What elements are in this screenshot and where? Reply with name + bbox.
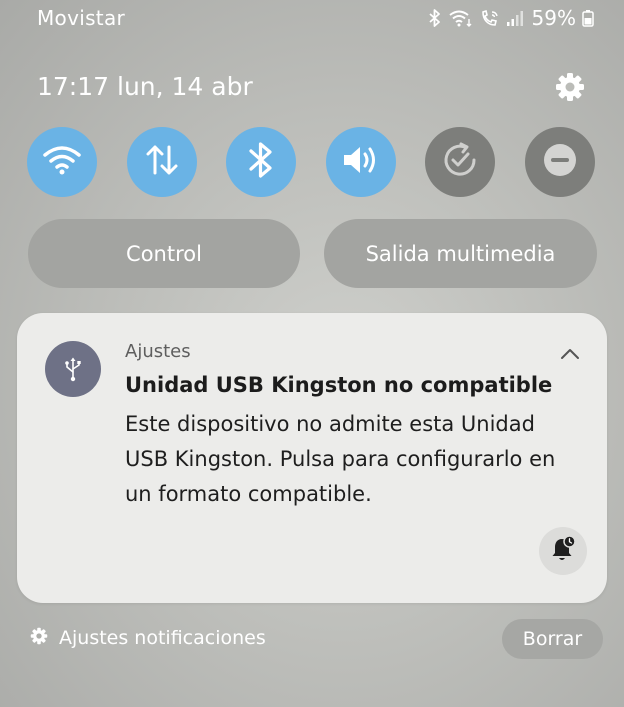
wifi-calling-icon bbox=[480, 9, 500, 27]
bluetooth-status-icon bbox=[428, 9, 442, 27]
notification-settings-link[interactable]: Ajustes notificaciones bbox=[29, 626, 266, 650]
do-not-disturb-icon bbox=[542, 142, 578, 182]
bluetooth-toggle[interactable] bbox=[226, 127, 296, 197]
date-time: 17:17 lun, 14 abr bbox=[37, 72, 253, 101]
sound-icon bbox=[341, 143, 381, 181]
sound-toggle[interactable] bbox=[326, 127, 396, 197]
notification-title: Unidad USB Kingston no compatible bbox=[125, 373, 553, 397]
gear-icon bbox=[29, 626, 49, 650]
mobile-data-toggle[interactable] bbox=[127, 127, 197, 197]
control-button[interactable]: Control bbox=[28, 219, 300, 288]
do-not-disturb-toggle[interactable] bbox=[525, 127, 595, 197]
battery-percent: 59% bbox=[531, 6, 576, 30]
wifi-toggle[interactable] bbox=[27, 127, 97, 197]
usb-icon bbox=[45, 341, 101, 397]
bluetooth-icon bbox=[248, 141, 274, 183]
auto-rotate-toggle[interactable] bbox=[425, 127, 495, 197]
snooze-button[interactable] bbox=[539, 527, 587, 575]
gear-icon[interactable] bbox=[553, 70, 587, 104]
signal-icon bbox=[506, 9, 524, 27]
notification-card[interactable]: Ajustes Unidad USB Kingston no compatibl… bbox=[17, 313, 607, 603]
bell-snooze-icon bbox=[550, 535, 576, 567]
mobile-data-icon bbox=[144, 143, 180, 181]
wifi-icon bbox=[42, 144, 82, 180]
quick-panel-header: 17:17 lun, 14 abr bbox=[37, 70, 587, 106]
auto-rotate-icon bbox=[440, 140, 480, 184]
notification-app-name: Ajustes bbox=[125, 341, 191, 362]
wifi-status-icon bbox=[448, 9, 474, 27]
status-bar: Movistar 59% bbox=[0, 0, 624, 40]
media-output-button[interactable]: Salida multimedia bbox=[324, 219, 597, 288]
clear-button[interactable]: Borrar bbox=[502, 619, 603, 659]
carrier-name: Movistar bbox=[37, 6, 126, 30]
battery-icon bbox=[582, 9, 594, 27]
notification-body: Este dispositivo no admite esta Unidad U… bbox=[125, 412, 556, 506]
chevron-up-icon[interactable] bbox=[559, 343, 581, 365]
status-icons: 59% bbox=[428, 6, 594, 30]
notification-settings-label: Ajustes notificaciones bbox=[59, 627, 266, 649]
